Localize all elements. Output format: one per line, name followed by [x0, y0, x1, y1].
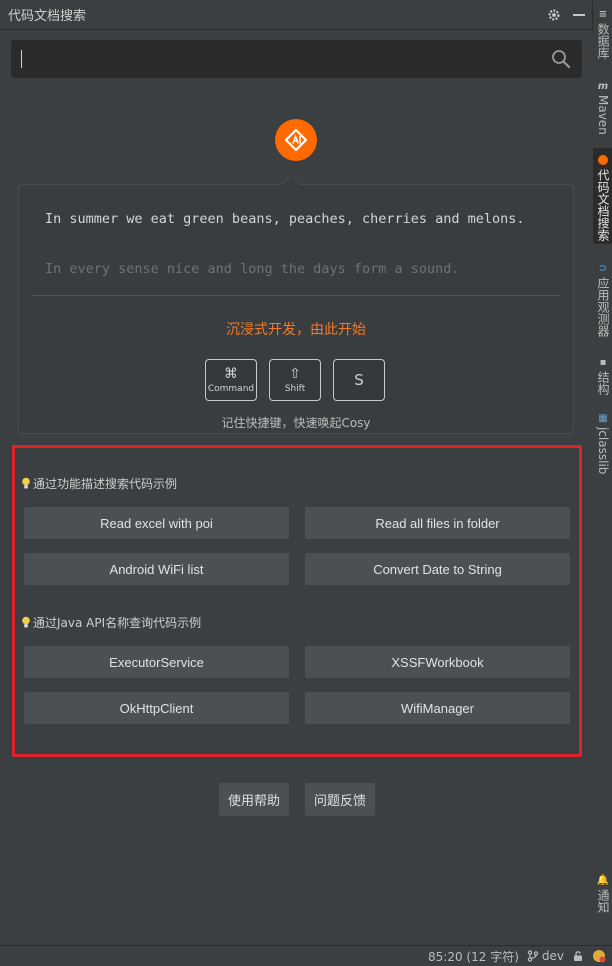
- feedback-button[interactable]: 问题反馈: [305, 783, 375, 816]
- tool-window-title: 代码文档搜索: [8, 9, 87, 24]
- command-icon: ⌘: [224, 366, 238, 382]
- key-command: ⌘ Command: [205, 359, 257, 401]
- cosy-icon: [597, 154, 609, 166]
- tool-label: 应用观测器: [596, 277, 610, 337]
- caret-position[interactable]: 85:20 (12 字符): [428, 948, 519, 965]
- quote-line: In summer we eat green beans, peaches, c…: [45, 211, 525, 227]
- maven-icon: m: [597, 80, 609, 92]
- tool-label: 代码文档搜索: [596, 169, 610, 241]
- tool-label: 结构: [596, 371, 610, 395]
- tool-maven[interactable]: m Maven: [593, 80, 612, 140]
- tool-database[interactable]: ≡ 数据库: [593, 8, 612, 66]
- tool-app-observer[interactable]: ⊃ 应用观测器: [593, 262, 612, 342]
- jclasslib-icon: ▦: [598, 412, 608, 424]
- welcome-card: In summer we eat green beans, peaches, c…: [18, 174, 574, 434]
- branch-icon: [527, 950, 539, 962]
- branch-name: dev: [541, 949, 564, 963]
- tool-code-doc-search[interactable]: 代码文档搜索: [593, 148, 612, 244]
- key-label: Shift: [284, 384, 306, 394]
- structure-icon: ▪: [599, 356, 607, 368]
- observer-icon: ⊃: [598, 262, 608, 274]
- right-tool-strip: ≡ 数据库 m Maven 代码文档搜索 ⊃ 应用观测器 ▪ 结构 ▦ jcla…: [592, 0, 612, 945]
- example-button[interactable]: Read all files in folder: [305, 507, 570, 539]
- shortcut-keys: ⌘ Command ⇧ Shift S: [205, 359, 385, 401]
- search-icon[interactable]: [550, 48, 572, 70]
- help-button[interactable]: 使用帮助: [219, 783, 289, 816]
- examples-highlight-box: 通过功能描述搜索代码示例 Read excel with poi Read al…: [12, 445, 582, 757]
- lock-icon[interactable]: [572, 950, 584, 962]
- shift-icon: ⇧: [289, 366, 301, 382]
- tool-label: jclasslib: [596, 427, 610, 475]
- database-icon: ≡: [598, 8, 608, 20]
- search-bar: [11, 40, 582, 78]
- tool-label: 通知: [596, 889, 610, 913]
- section-title-api: 通过Java API名称查询代码示例: [21, 614, 201, 631]
- example-button[interactable]: WifiManager: [305, 692, 570, 724]
- card-pointer: [281, 174, 301, 194]
- status-bar: 85:20 (12 字符) dev: [0, 945, 612, 966]
- example-button[interactable]: Android WiFi list: [24, 553, 289, 585]
- section-title-feature: 通过功能描述搜索代码示例: [21, 475, 177, 492]
- divider: [31, 295, 561, 296]
- git-branch[interactable]: dev: [527, 949, 564, 963]
- cosy-status-icon[interactable]: [592, 949, 606, 963]
- key-shift: ⇧ Shift: [269, 359, 321, 401]
- tool-notifications[interactable]: 🔔 通知: [593, 874, 612, 918]
- quote-line-faded: In every sense nice and long the days fo…: [45, 261, 460, 277]
- shortcut-hint: 记住快捷键，快速唤起Cosy: [221, 416, 371, 430]
- tool-jclasslib[interactable]: ▦ jclasslib: [593, 412, 612, 476]
- lightbulb-icon: [22, 477, 30, 489]
- cosy-logo-icon: [275, 119, 317, 161]
- example-button[interactable]: Convert Date to String: [305, 553, 570, 585]
- bell-icon: 🔔: [596, 874, 610, 886]
- gear-icon[interactable]: [547, 8, 561, 22]
- slogan: 沉浸式开发，由此开始: [226, 322, 366, 338]
- tool-structure[interactable]: ▪ 结构: [593, 356, 612, 400]
- section-title-text: 通过Java API名称查询代码示例: [33, 616, 202, 630]
- example-button[interactable]: OkHttpClient: [24, 692, 289, 724]
- example-button[interactable]: XSSFWorkbook: [305, 646, 570, 678]
- code-doc-search-panel: In summer we eat green beans, peaches, c…: [0, 31, 593, 945]
- tool-label: Maven: [596, 95, 610, 135]
- section-title-text: 通过功能描述搜索代码示例: [33, 477, 178, 491]
- search-input[interactable]: [21, 50, 550, 68]
- example-button[interactable]: ExecutorService: [24, 646, 289, 678]
- tool-window-header: 代码文档搜索: [0, 0, 593, 30]
- key-s: S: [333, 359, 385, 401]
- key-label: Command: [207, 384, 255, 394]
- minimize-icon[interactable]: [573, 13, 585, 16]
- key-letter: S: [354, 371, 364, 389]
- tool-label: 数据库: [596, 23, 610, 59]
- lightbulb-icon: [22, 616, 30, 628]
- example-button[interactable]: Read excel with poi: [24, 507, 289, 539]
